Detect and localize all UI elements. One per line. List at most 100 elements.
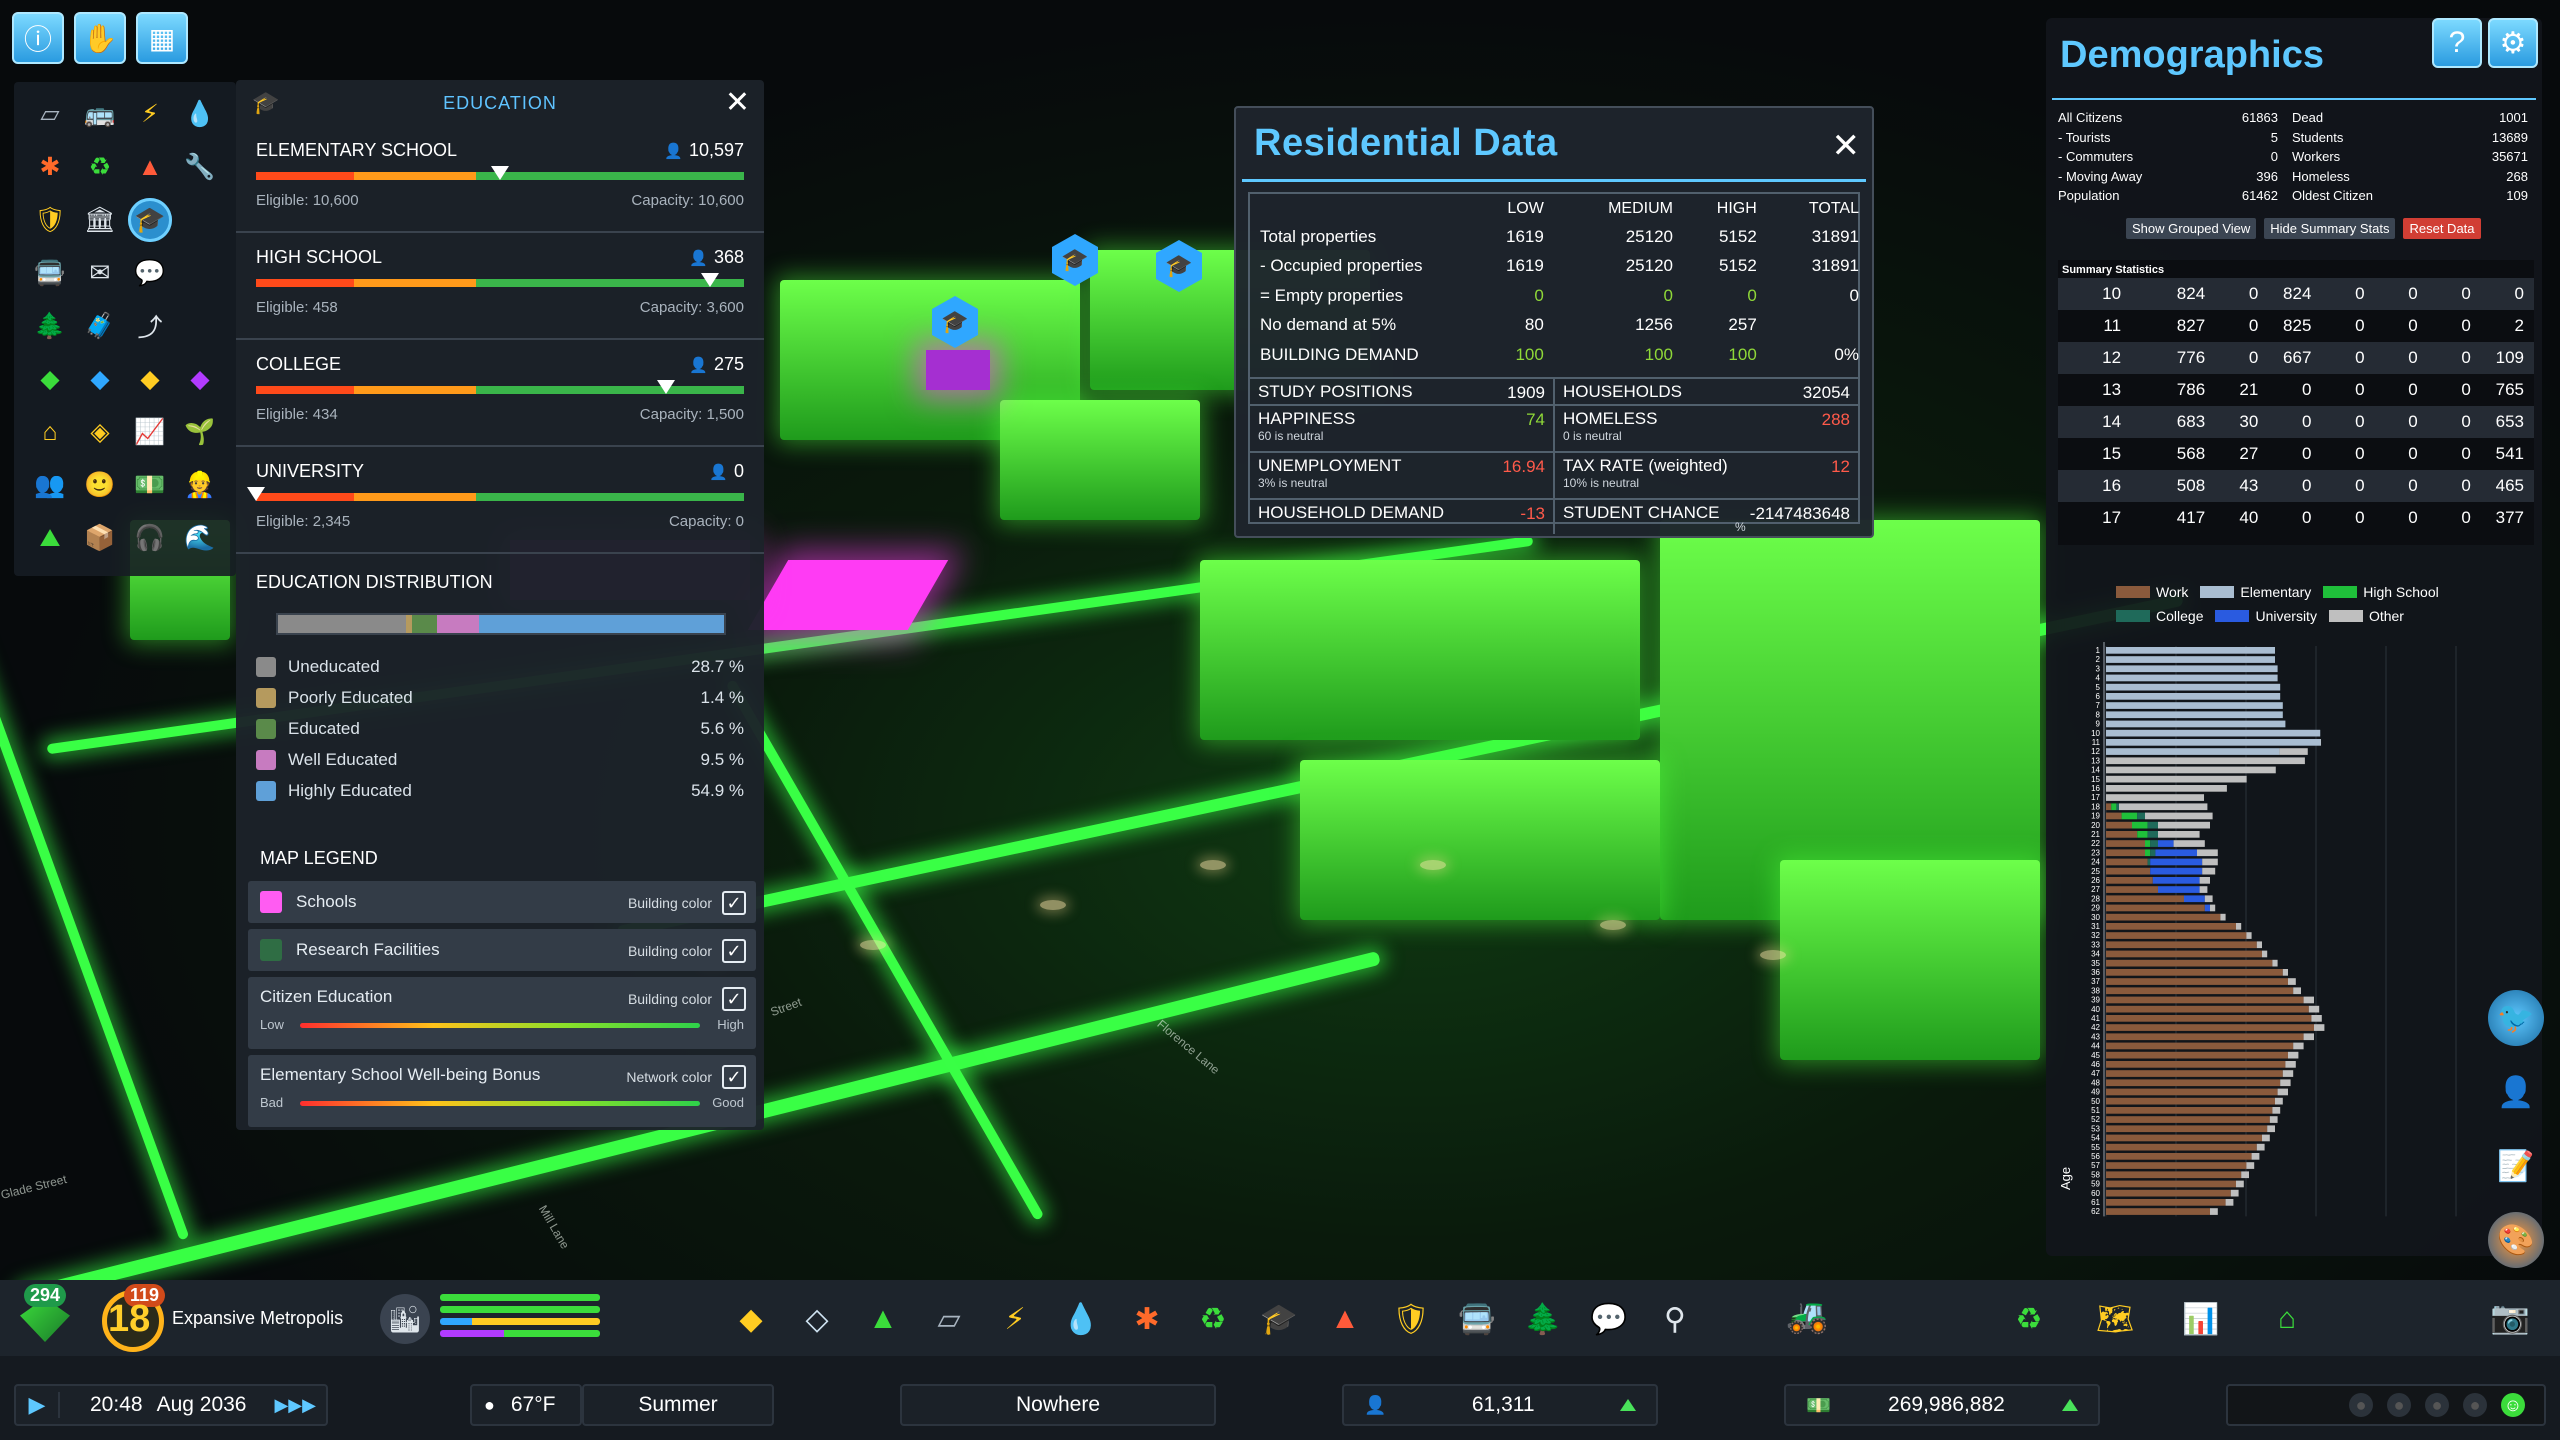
transport-view-icon[interactable]: 🚌 [78,92,122,136]
demand-bars[interactable] [440,1294,600,1342]
fire-icon[interactable]: ▲ [1322,1296,1368,1342]
parks-icon[interactable]: 🌲 [1520,1296,1566,1342]
city-services-icon[interactable]: ⌂ [2264,1296,2310,1342]
money-icon[interactable]: 💵 [128,463,172,507]
police-view-icon[interactable]: 🛡 [28,198,72,242]
police-icon[interactable]: 🛡 [1388,1296,1434,1342]
chirper-icon[interactable]: 🐦 [2488,990,2544,1046]
distribution-label: Uneducated [288,656,380,676]
health-view-icon[interactable]: ✱ [28,145,72,189]
close-button[interactable]: ✕ [722,86,754,119]
healthcare-icon[interactable]: ✱ [1124,1296,1170,1342]
transportation-icon[interactable]: 🚍 [1454,1296,1500,1342]
roads-icon[interactable]: ▱ [926,1296,972,1342]
water-view-icon[interactable]: 💧 [178,92,222,136]
office-zone-icon[interactable]: ◆ [178,357,222,401]
legend-checkbox[interactable]: ✓ [722,939,746,963]
info-icon[interactable]: ⓘ [12,12,64,64]
stat-note: 60 is neutral [1258,429,1324,443]
age-bar-segment [2262,950,2268,958]
cell: 0 [1849,285,1859,305]
stats-right-column: HOUSEHOLDS 32054 HOMELESS 288 0 is neutral … [1553,379,1858,534]
landmarks-icon[interactable]: ⚲ [1652,1296,1698,1342]
location-display[interactable]: Nowhere [900,1384,1216,1426]
population-display[interactable]: 👤 61,311 [1342,1384,1658,1426]
water-icon[interactable]: 💧 [1058,1296,1104,1342]
education-icon[interactable]: 🎓 [1256,1296,1302,1342]
garbage-icon[interactable]: ♻ [1190,1296,1236,1342]
age-bar-segment [2202,867,2216,875]
electricity-icon[interactable]: ⚡ [992,1296,1038,1342]
bulldoze-icon[interactable]: ✋ [74,12,126,64]
water-table-icon[interactable]: 🌊 [178,516,222,560]
roads-view-icon[interactable]: ▱ [28,92,72,136]
citizens-icon[interactable]: 👥 [28,463,72,507]
bus-view-icon[interactable]: 🚍 [28,251,72,295]
terrain-icon[interactable]: ⛰ [28,516,72,560]
age-axis-label: Age [2058,1167,2073,1190]
gear-icon[interactable]: ⚙ [2488,18,2538,68]
residential-zone-icon[interactable]: ◆ [28,357,72,401]
summary-statistics[interactable]: Summary Statistics 10 824 0 824 0 0 0 0 11 827 0 82… [2058,260,2534,545]
zoning-icon[interactable]: ◆ [728,1296,774,1342]
camera-icon[interactable]: 📷 [2490,1298,2530,1336]
government-view-icon[interactable]: 🏛 [78,198,122,242]
budget-icon[interactable]: ♻ [2006,1296,2052,1342]
agriculture-icon[interactable]: 🌱 [178,410,222,454]
goods-icon[interactable]: 📦 [78,516,122,560]
grid-icon[interactable]: ▦ [136,12,188,64]
close-button[interactable]: ✕ [1832,126,1861,166]
communication-view-icon[interactable]: 💬 [128,251,172,295]
hide-summary-stats-button[interactable]: Hide Summary Stats [2264,218,2396,239]
electricity-view-icon[interactable]: ⚡ [128,92,172,136]
age-bar-segment [2150,867,2203,875]
show-grouped-view-button[interactable]: Show Grouped View [2126,218,2257,239]
help-icon[interactable]: ? [2432,18,2482,68]
reset-data-button[interactable]: Reset Data [2403,218,2481,239]
noise-icon[interactable]: 🎧 [128,516,172,560]
land-value-icon[interactable]: ⌂ [28,410,72,454]
pollution-view-icon[interactable]: ⤴ [128,304,172,348]
cell: 100 [1515,344,1544,364]
commercial-zone-icon[interactable]: ◆ [78,357,122,401]
areas-icon[interactable]: ◇ [794,1296,840,1342]
fire-view-icon[interactable]: ▲ [128,145,172,189]
map-icon[interactable]: 🗺 [2092,1296,2138,1342]
resources-icon[interactable]: ◈ [78,410,122,454]
garbage-view-icon[interactable]: ♻ [78,145,122,189]
workers-icon[interactable]: 👷 [178,463,222,507]
industrial-zone-icon[interactable]: ◆ [128,357,172,401]
weather-display[interactable]: ● 67°F [470,1384,582,1426]
citizen-icon[interactable]: 👤 [2488,1064,2544,1120]
radio-icon[interactable]: 🎨 [2488,1212,2544,1268]
stat-row: - Moving Away 396 Homeless 268 [2058,169,2534,189]
milestone-badge: 294 [24,1284,67,1307]
residential-data-panel[interactable]: Residential Data ✕ LOW MEDIUM HIGH TOTAL… [1234,106,1874,538]
maintenance-view-icon[interactable]: 🔧 [178,145,222,189]
happiness-icon[interactable]: 🙂 [78,463,122,507]
statistics-icon[interactable]: 📊 [2178,1296,2224,1342]
speed-button[interactable]: ▶▶▶ [274,1395,316,1416]
city-name[interactable]: Expansive Metropolis [172,1308,343,1329]
season-display[interactable]: Summer [582,1384,774,1426]
legend-checkbox[interactable]: ✓ [722,891,746,915]
parks-view-icon[interactable]: 🌲 [28,304,72,348]
notes-icon[interactable]: 📝 [2488,1138,2544,1194]
legend-checkbox[interactable]: ✓ [722,987,746,1011]
economy-icon[interactable]: 📈 [128,410,172,454]
happiness-display[interactable]: ● ● ● ● ☺ [2226,1384,2546,1426]
age-bar-segment [2241,1171,2249,1179]
distribution-value: 9.5 % [700,749,744,769]
legend-checkbox[interactable]: ✓ [722,1065,746,1089]
city-info-icon[interactable]: 🏙 [380,1294,430,1344]
education-view-icon[interactable]: 🎓 [128,198,172,242]
mail-view-icon[interactable]: ✉ [78,251,122,295]
demographics-panel[interactable]: Demographics ? ⚙ All Citizens 61863 Dead 10… [2046,18,2542,1256]
money-display[interactable]: 💵 269,986,882 [1784,1384,2100,1426]
landscaping-icon[interactable]: ▲ [860,1296,906,1342]
communications-icon[interactable]: 💬 [1586,1296,1632,1342]
tourism-view-icon[interactable]: 🧳 [78,304,122,348]
bulldozer-icon[interactable]: 🚜 [1786,1296,1828,1336]
age-bar-segment [2106,683,2281,691]
play-button[interactable]: ▶ [16,1392,60,1418]
